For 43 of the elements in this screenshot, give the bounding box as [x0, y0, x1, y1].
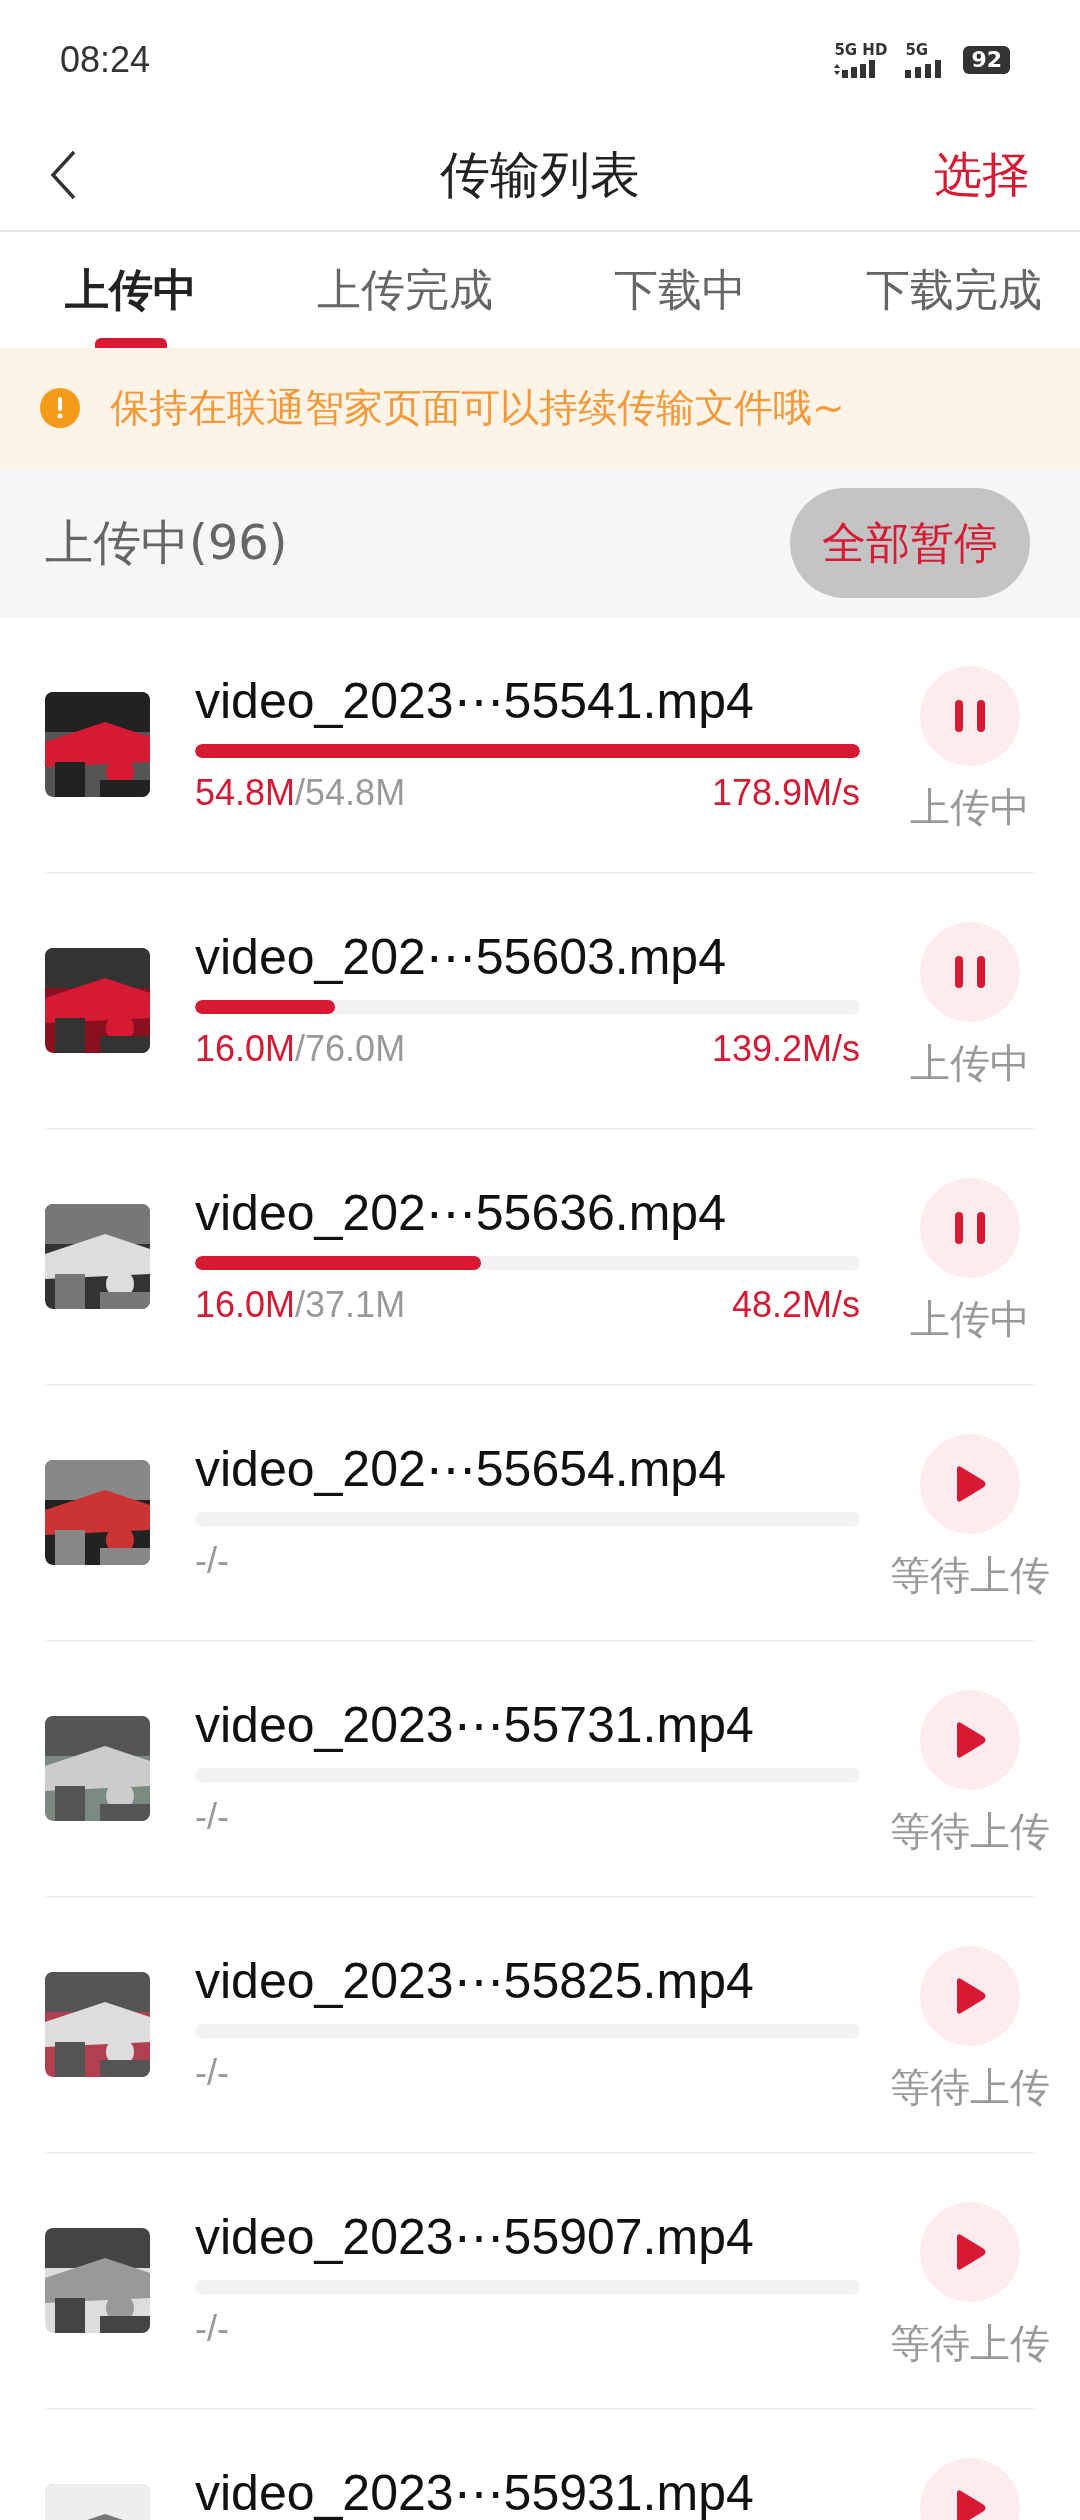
status-label: 等待上传 [890, 1551, 1050, 1600]
tab-indicator [95, 338, 167, 348]
file-name: video_2023⋯55825.mp4 [195, 1952, 755, 2010]
file-name: video_2023⋯55931.mp4 [195, 2464, 755, 2520]
size-text: 16.0M/76.0M [195, 1028, 406, 1070]
network-label: 5G [905, 42, 929, 58]
clock: 08:24 [60, 39, 151, 81]
tab[interactable]: 下载中 [613, 232, 746, 348]
size-text: -/- [195, 1540, 229, 1582]
speed-text: 139.2M/s [711, 1028, 860, 1070]
speed-text: 48.2M/s [731, 1284, 860, 1326]
size-text: 16.0M/37.1M [195, 1284, 406, 1326]
status-label: 上传中 [910, 783, 1030, 832]
file-name: video_202⋯55654.mp4 [195, 1440, 727, 1498]
file-name: video_202⋯55603.mp4 [195, 928, 727, 986]
status-label: 等待上传 [890, 1807, 1050, 1856]
speed-text: 178.9M/s [711, 772, 860, 814]
section-title: 上传中(96) [45, 513, 288, 572]
network-label: 5G HD [834, 42, 888, 58]
status-label: 等待上传 [890, 2063, 1050, 2112]
file-name: video_2023⋯55541.mp4 [195, 672, 755, 730]
tab[interactable]: 下载完成 [866, 232, 1042, 348]
file-name: video_202⋯55636.mp4 [195, 1184, 727, 1242]
notice-text: 保持在联通智家页面可以持续传输文件哦~ [110, 384, 845, 432]
select-button[interactable]: 选择 [934, 143, 1030, 207]
file-name: video_2023⋯55731.mp4 [195, 1696, 755, 1754]
battery-level: 92 [963, 45, 1010, 75]
warning-icon [40, 388, 80, 428]
pause-all-button[interactable]: 全部暂停 [790, 488, 1030, 598]
pause-icon [953, 698, 987, 734]
tab[interactable]: 上传中 [65, 232, 197, 348]
tab[interactable]: 上传完成 [317, 232, 494, 348]
pause-icon [953, 954, 987, 990]
size-text: -/- [195, 2308, 229, 2350]
size-text: -/- [195, 2052, 229, 2094]
size-text: -/- [195, 1796, 229, 1838]
page-title: 传输列表 [440, 144, 640, 206]
pause-icon [953, 1210, 987, 1246]
size-text: 54.8M/54.8M [195, 772, 406, 814]
status-label: 上传中 [910, 1039, 1030, 1088]
status-label: 上传中 [910, 1295, 1030, 1344]
file-name: video_2023⋯55907.mp4 [195, 2208, 755, 2266]
status-label: 等待上传 [890, 2319, 1050, 2368]
